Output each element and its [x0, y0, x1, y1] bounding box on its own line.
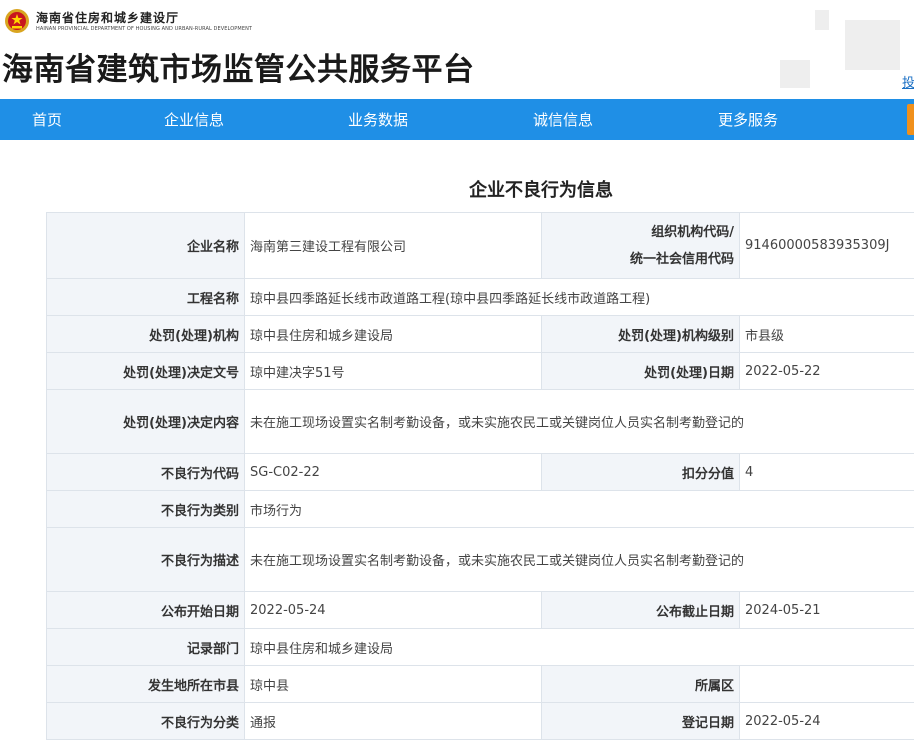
nav-enterprise-info[interactable]: 企业信息	[164, 99, 224, 140]
project-name-value: 琼中县四季路延长线市政道路工程(琼中县四季路延长线市政道路工程)	[245, 279, 914, 316]
org-code-label-line2: 统一社会信用代码	[547, 246, 734, 273]
national-emblem-icon	[4, 8, 30, 34]
nav-credit-info[interactable]: 诚信信息	[533, 99, 593, 140]
agency-level-label: 处罚(处理)机构级别	[542, 316, 740, 353]
register-date-value: 2022-05-24	[740, 703, 914, 740]
city-label: 发生地所在市县	[47, 666, 245, 703]
nav-home[interactable]: 首页	[32, 99, 62, 140]
platform-title: 海南省建筑市场监管公共服务平台	[2, 44, 475, 89]
department-name-en: HAINAN PROVINCIAL DEPARTMENT OF HOUSING …	[36, 26, 252, 32]
table-row: 工程名称 琼中县四季路延长线市政道路工程(琼中县四季路延长线市政道路工程)	[47, 279, 914, 316]
org-code-label: 组织机构代码/ 统一社会信用代码	[542, 213, 740, 279]
district-label: 所属区	[542, 666, 740, 703]
site-header: 海南省住房和城乡建设厅 HAINAN PROVINCIAL DEPARTMENT…	[0, 0, 914, 99]
nav-accent-tab[interactable]	[907, 104, 914, 135]
main-nav: 首页 企业信息 业务数据 诚信信息 更多服务	[0, 99, 914, 140]
table-row: 处罚(处理)机构 琼中县住房和城乡建设局 处罚(处理)机构级别 市县级	[47, 316, 914, 353]
behavior-desc-label: 不良行为描述	[47, 528, 245, 592]
behavior-category-value: 市场行为	[245, 491, 914, 528]
agency-level-value: 市县级	[740, 316, 914, 353]
behavior-category-label: 不良行为类别	[47, 491, 245, 528]
publish-start-value: 2022-05-24	[245, 592, 542, 629]
table-row: 不良行为描述 未在施工现场设置实名制考勤设备，或未实施农民工或关键岗位人员实名制…	[47, 528, 914, 592]
company-name-label: 企业名称	[47, 213, 245, 279]
department-name: 海南省住房和城乡建设厅	[36, 9, 179, 26]
header-link[interactable]: 投	[902, 72, 914, 91]
page-title: 企业不良行为信息	[0, 176, 914, 202]
deduct-points-label: 扣分分值	[542, 454, 740, 491]
publish-start-label: 公布开始日期	[47, 592, 245, 629]
register-date-label: 登记日期	[542, 703, 740, 740]
behavior-code-value: SG-C02-22	[245, 454, 542, 491]
publish-end-label: 公布截止日期	[542, 592, 740, 629]
org-code-value: 91460000583935309J	[740, 213, 914, 279]
district-value	[740, 666, 914, 703]
table-row: 发生地所在市县 琼中县 所属区	[47, 666, 914, 703]
punish-agency-label: 处罚(处理)机构	[47, 316, 245, 353]
decision-no-label: 处罚(处理)决定文号	[47, 353, 245, 390]
table-row: 企业名称 海南第三建设工程有限公司 组织机构代码/ 统一社会信用代码 91460…	[47, 213, 914, 279]
header-decoration	[845, 20, 900, 70]
org-code-label-line1: 组织机构代码/	[547, 219, 734, 246]
nav-business-data[interactable]: 业务数据	[348, 99, 408, 140]
behavior-code-label: 不良行为代码	[47, 454, 245, 491]
punish-date-value: 2022-05-22	[740, 353, 914, 390]
project-name-label: 工程名称	[47, 279, 245, 316]
table-row: 不良行为分类 通报 登记日期 2022-05-24	[47, 703, 914, 740]
behavior-desc-value: 未在施工现场设置实名制考勤设备，或未实施农民工或关键岗位人员实名制考勤登记的	[245, 528, 914, 592]
decision-content-value: 未在施工现场设置实名制考勤设备，或未实施农民工或关键岗位人员实名制考勤登记的	[245, 390, 914, 454]
table-row: 不良行为类别 市场行为	[47, 491, 914, 528]
decision-content-label: 处罚(处理)决定内容	[47, 390, 245, 454]
behavior-class-label: 不良行为分类	[47, 703, 245, 740]
publish-end-value: 2024-05-21	[740, 592, 914, 629]
company-name-value: 海南第三建设工程有限公司	[245, 213, 542, 279]
record-dept-value: 琼中县住房和城乡建设局	[245, 629, 914, 666]
table-row: 公布开始日期 2022-05-24 公布截止日期 2024-05-21	[47, 592, 914, 629]
header-decoration	[780, 60, 810, 88]
table-row: 记录部门 琼中县住房和城乡建设局	[47, 629, 914, 666]
punish-agency-value: 琼中县住房和城乡建设局	[245, 316, 542, 353]
table-row: 不良行为代码 SG-C02-22 扣分分值 4	[47, 454, 914, 491]
table-row: 处罚(处理)决定文号 琼中建决字51号 处罚(处理)日期 2022-05-22	[47, 353, 914, 390]
header-decoration	[815, 10, 829, 30]
punish-date-label: 处罚(处理)日期	[542, 353, 740, 390]
decision-no-value: 琼中建决字51号	[245, 353, 542, 390]
city-value: 琼中县	[245, 666, 542, 703]
deduct-points-value: 4	[740, 454, 914, 491]
table-row: 处罚(处理)决定内容 未在施工现场设置实名制考勤设备，或未实施农民工或关键岗位人…	[47, 390, 914, 454]
bad-behavior-table: 企业名称 海南第三建设工程有限公司 组织机构代码/ 统一社会信用代码 91460…	[46, 212, 914, 740]
nav-more-services[interactable]: 更多服务	[718, 99, 778, 140]
record-dept-label: 记录部门	[47, 629, 245, 666]
behavior-class-value: 通报	[245, 703, 542, 740]
